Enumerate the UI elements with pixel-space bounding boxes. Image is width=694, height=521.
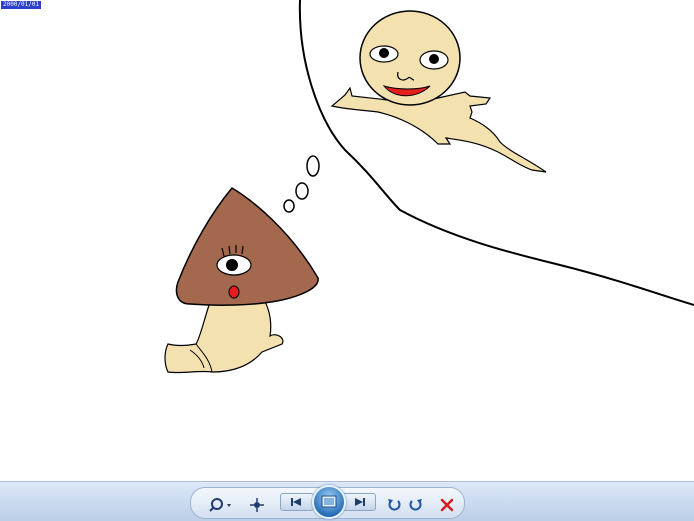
actual-size-button[interactable] bbox=[246, 492, 268, 518]
next-icon bbox=[355, 498, 365, 506]
mushroom-figure-cap bbox=[175, 187, 319, 306]
flying-figure-body bbox=[330, 86, 547, 173]
rotate-ccw-icon bbox=[388, 499, 401, 511]
delete-button[interactable] bbox=[437, 492, 457, 518]
thought-bubble-large bbox=[306, 155, 320, 177]
previous-button[interactable] bbox=[280, 493, 314, 511]
next-button[interactable] bbox=[342, 493, 376, 511]
drawing bbox=[164, 0, 694, 374]
mushroom-figure-mouth bbox=[228, 285, 240, 299]
slideshow-icon bbox=[321, 495, 337, 508]
image-canvas: 2000/01/01 bbox=[0, 0, 694, 481]
delete-icon bbox=[440, 498, 454, 512]
rotate-cw-icon bbox=[409, 499, 422, 511]
rotate-clockwise-button[interactable] bbox=[406, 492, 426, 518]
rotate-counterclockwise-button[interactable] bbox=[384, 492, 404, 518]
previous-icon bbox=[291, 498, 301, 506]
hill-outline bbox=[298, 0, 694, 306]
zoom-button[interactable] bbox=[208, 492, 234, 518]
magnifier-icon bbox=[209, 498, 231, 512]
thought-bubble-small bbox=[283, 199, 295, 213]
slideshow-button[interactable] bbox=[312, 485, 346, 519]
mushroom-figure-body bbox=[164, 299, 284, 374]
thought-bubble-medium bbox=[295, 182, 309, 200]
fit-icon bbox=[250, 498, 264, 512]
